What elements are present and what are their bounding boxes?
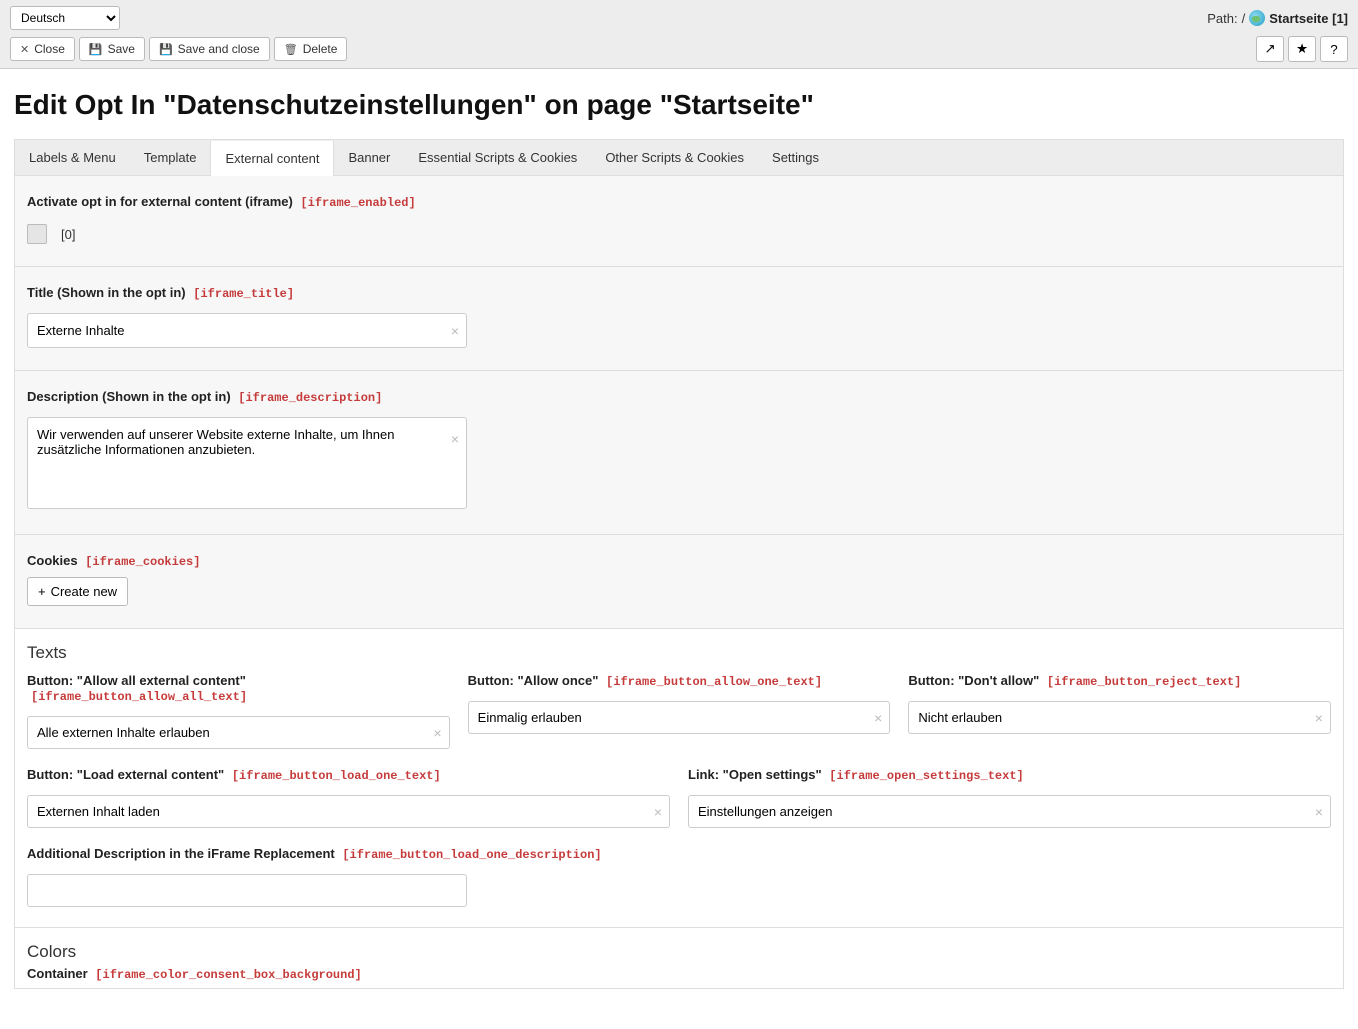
language-select[interactable]: Deutsch	[10, 6, 120, 30]
allow-once-label: Button: "Allow once"	[468, 673, 599, 688]
create-new-button[interactable]: + Create new	[27, 577, 128, 606]
description-textarea[interactable]: Wir verwenden auf unserer Website extern…	[27, 417, 467, 509]
load-ext-tech: [iframe_button_load_one_text]	[232, 769, 441, 783]
trash-icon: 🗑	[284, 43, 298, 56]
save-label: Save	[108, 42, 135, 56]
cookies-tech: [iframe_cookies]	[85, 555, 200, 569]
texts-heading: Texts	[15, 629, 1343, 667]
title-tech: [iframe_title]	[193, 287, 294, 301]
save-icon: 💾	[89, 43, 103, 56]
add-desc-input[interactable]	[27, 874, 467, 907]
globe-icon	[1249, 10, 1265, 26]
form-panel: Activate opt in for external content (if…	[14, 175, 1344, 989]
container-color-label: Container	[27, 966, 88, 981]
activate-checkbox[interactable]	[27, 224, 47, 244]
tab-external-content[interactable]: External content	[210, 141, 334, 176]
tab-template[interactable]: Template	[130, 140, 211, 175]
star-icon: ★	[1296, 41, 1308, 57]
clear-icon[interactable]: ×	[451, 323, 459, 339]
tab-bar: Labels & Menu Template External content …	[14, 139, 1344, 175]
tab-settings[interactable]: Settings	[758, 140, 833, 175]
save-close-button[interactable]: 💾 Save and close	[149, 37, 270, 61]
cookies-label: Cookies	[27, 553, 78, 568]
clear-icon[interactable]: ×	[654, 804, 662, 820]
help-button[interactable]: ?	[1320, 36, 1348, 62]
save-close-label: Save and close	[178, 42, 260, 56]
container-color-tech: [iframe_color_consent_box_background]	[95, 968, 361, 982]
external-link-button[interactable]: ↗	[1256, 36, 1284, 62]
path-separator: /	[1242, 11, 1246, 26]
tab-banner[interactable]: Banner	[334, 140, 404, 175]
help-icon: ?	[1330, 42, 1337, 57]
title-label: Title (Shown in the opt in)	[27, 285, 186, 300]
activate-value: [0]	[61, 227, 75, 242]
delete-label: Delete	[303, 42, 338, 56]
add-desc-label: Additional Description in the iFrame Rep…	[27, 846, 335, 861]
tab-essential-scripts[interactable]: Essential Scripts & Cookies	[404, 140, 591, 175]
dont-allow-tech: [iframe_button_reject_text]	[1047, 675, 1241, 689]
plus-icon: +	[38, 584, 46, 599]
create-new-label: Create new	[51, 584, 117, 599]
tab-labels-menu[interactable]: Labels & Menu	[15, 140, 130, 175]
clear-icon[interactable]: ×	[451, 431, 459, 447]
close-label: Close	[34, 42, 65, 56]
allow-once-tech: [iframe_button_allow_one_text]	[606, 675, 822, 689]
close-icon: ✕	[20, 43, 29, 56]
breadcrumb: Path: / Startseite [1]	[1207, 10, 1348, 26]
page-title: Edit Opt In "Datenschutzeinstellungen" o…	[0, 69, 1358, 139]
save-close-icon: 💾	[159, 43, 173, 56]
external-link-icon: ↗	[1264, 41, 1275, 57]
activate-label: Activate opt in for external content (if…	[27, 194, 293, 209]
open-settings-label: Link: "Open settings"	[688, 767, 822, 782]
open-settings-input[interactable]	[688, 795, 1331, 828]
allow-once-input[interactable]	[468, 701, 891, 734]
path-label: Path:	[1207, 11, 1237, 26]
page-name: Startseite	[1269, 11, 1328, 26]
load-ext-label: Button: "Load external content"	[27, 767, 224, 782]
save-button[interactable]: 💾 Save	[79, 37, 145, 61]
title-input[interactable]	[27, 313, 467, 348]
description-label: Description (Shown in the opt in)	[27, 389, 231, 404]
open-settings-tech: [iframe_open_settings_text]	[829, 769, 1023, 783]
clear-icon[interactable]: ×	[1315, 710, 1323, 726]
colors-heading: Colors	[15, 928, 1343, 966]
clear-icon[interactable]: ×	[874, 710, 882, 726]
clear-icon[interactable]: ×	[433, 725, 441, 741]
tab-other-scripts[interactable]: Other Scripts & Cookies	[591, 140, 758, 175]
add-desc-tech: [iframe_button_load_one_description]	[342, 848, 601, 862]
allow-all-label: Button: "Allow all external content"	[27, 673, 246, 688]
favorite-button[interactable]: ★	[1288, 36, 1316, 62]
page-id: [1]	[1332, 11, 1348, 26]
activate-tech: [iframe_enabled]	[300, 196, 415, 210]
load-ext-input[interactable]	[27, 795, 670, 828]
delete-button[interactable]: 🗑 Delete	[274, 37, 348, 61]
close-button[interactable]: ✕ Close	[10, 37, 75, 61]
allow-all-tech: [iframe_button_allow_all_text]	[31, 690, 247, 704]
path-page-link[interactable]: Startseite [1]	[1269, 11, 1348, 26]
description-tech: [iframe_description]	[238, 391, 382, 405]
allow-all-input[interactable]	[27, 716, 450, 749]
dont-allow-input[interactable]	[908, 701, 1331, 734]
dont-allow-label: Button: "Don't allow"	[908, 673, 1039, 688]
clear-icon[interactable]: ×	[1315, 804, 1323, 820]
